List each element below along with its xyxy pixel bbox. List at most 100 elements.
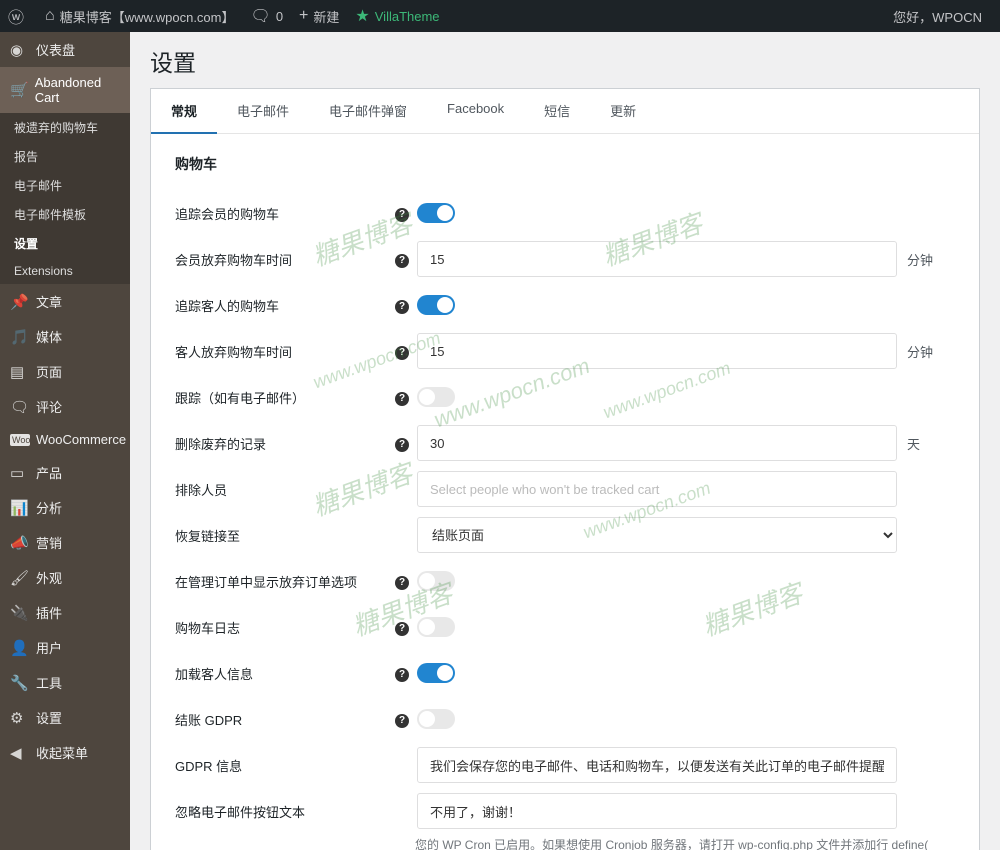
toggle-tracking-email[interactable] xyxy=(417,387,455,407)
admin-sidebar: ◉仪表盘 🛒Abandoned Cart 被遗弃的购物车 报告 电子邮件 电子邮… xyxy=(0,32,130,850)
media-icon: 🎵 xyxy=(10,328,30,346)
woo-icon: Woo xyxy=(10,434,30,446)
label-cart-log: 购物车日志 xyxy=(175,618,395,637)
wp-logo[interactable]: ⓦ xyxy=(0,0,37,32)
submenu-email-templates[interactable]: 电子邮件模板 xyxy=(0,200,130,229)
tab-update[interactable]: 更新 xyxy=(590,89,656,133)
help-icon[interactable]: ? xyxy=(395,254,409,268)
submenu-abandoned-cart: 被遗弃的购物车 报告 电子邮件 电子邮件模板 设置 Extensions xyxy=(0,113,130,284)
menu-posts[interactable]: 📌文章 xyxy=(0,284,130,319)
villatheme-link[interactable]: ★ VillaTheme xyxy=(347,0,447,32)
megaphone-icon: 📣 xyxy=(10,534,30,552)
admin-bar-left: ⓦ ⌂糖果博客【www.wpocn.com】 🗨0 +新建 ★ VillaThem… xyxy=(0,0,448,32)
toggle-cart-log[interactable] xyxy=(417,617,455,637)
plus-icon: + xyxy=(299,7,308,25)
help-icon[interactable]: ? xyxy=(395,438,409,452)
label-gdpr-info: GDPR 信息 xyxy=(175,756,395,775)
chart-icon: 📊 xyxy=(10,499,30,517)
star-icon: ★ xyxy=(355,6,369,26)
product-icon: ▭ xyxy=(10,464,30,482)
menu-media[interactable]: 🎵媒体 xyxy=(0,319,130,354)
menu-settings[interactable]: ⚙设置 xyxy=(0,700,130,735)
site-title: 糖果博客【www.wpocn.com】 xyxy=(60,7,235,26)
comments-icon: 🗨 xyxy=(10,398,30,416)
gear-icon: ⚙ xyxy=(10,709,30,727)
unit-minutes: 分钟 xyxy=(907,250,933,269)
menu-pages[interactable]: ▤页面 xyxy=(0,354,130,389)
select-recovery-link[interactable]: 结账页面 xyxy=(417,517,897,553)
submenu-reports[interactable]: 报告 xyxy=(0,142,130,171)
row-show-abandon-option: 在管理订单中显示放弃订单选项 ? xyxy=(175,560,955,602)
input-guest-abandon-time[interactable] xyxy=(417,333,897,369)
toggle-load-guest-info[interactable] xyxy=(417,663,455,683)
menu-abandoned-cart[interactable]: 🛒Abandoned Cart xyxy=(0,67,130,113)
submenu-settings[interactable]: 设置 xyxy=(0,229,130,258)
wordpress-icon: ⓦ xyxy=(8,4,24,28)
menu-users[interactable]: 👤用户 xyxy=(0,630,130,665)
menu-collapse[interactable]: ◀收起菜单 xyxy=(0,735,130,770)
new-content-link[interactable]: +新建 xyxy=(291,0,347,32)
comments-link[interactable]: 🗨0 xyxy=(243,0,292,32)
help-icon[interactable]: ? xyxy=(395,346,409,360)
help-icon[interactable]: ? xyxy=(395,392,409,406)
comment-icon: 🗨 xyxy=(251,6,271,26)
tab-email[interactable]: 电子邮件 xyxy=(217,89,309,133)
page-icon: ▤ xyxy=(10,363,30,381)
section-title-cart: 购物车 xyxy=(175,154,955,174)
menu-appearance[interactable]: 🖌外观 xyxy=(0,560,130,595)
tab-general[interactable]: 常规 xyxy=(151,89,217,134)
help-icon[interactable]: ? xyxy=(395,208,409,222)
help-icon[interactable]: ? xyxy=(395,668,409,682)
label-exclude: 排除人员 xyxy=(175,480,395,499)
menu-comments[interactable]: 🗨评论 xyxy=(0,389,130,424)
unit-minutes: 分钟 xyxy=(907,342,933,361)
villa-label: VillaTheme xyxy=(375,9,440,24)
menu-dashboard[interactable]: ◉仪表盘 xyxy=(0,32,130,67)
menu-woocommerce[interactable]: WooWooCommerce xyxy=(0,424,130,455)
label-member-abandon-time: 会员放弃购物车时间 xyxy=(175,250,395,269)
menu-tools[interactable]: 🔧工具 xyxy=(0,665,130,700)
row-tracking-email: 跟踪（如有电子邮件） ? xyxy=(175,376,955,418)
submenu-abandoned-carts[interactable]: 被遗弃的购物车 xyxy=(0,113,130,142)
help-icon[interactable]: ? xyxy=(395,300,409,314)
tab-email-popup[interactable]: 电子邮件弹窗 xyxy=(309,89,427,133)
toggle-show-abandon-option[interactable] xyxy=(417,571,455,591)
tab-facebook[interactable]: Facebook xyxy=(427,89,524,133)
toggle-checkout-gdpr[interactable] xyxy=(417,709,455,729)
input-ignore-email-btn[interactable] xyxy=(417,793,897,829)
input-member-abandon-time[interactable] xyxy=(417,241,897,277)
collapse-icon: ◀ xyxy=(10,744,30,762)
row-checkout-gdpr: 结账 GDPR ? xyxy=(175,698,955,740)
input-gdpr-info[interactable] xyxy=(417,747,897,783)
submenu-extensions[interactable]: Extensions xyxy=(0,258,130,284)
brush-icon: 🖌 xyxy=(10,569,30,587)
label-track-member: 追踪会员的购物车 xyxy=(175,204,395,223)
input-exclude[interactable] xyxy=(417,471,897,507)
input-delete-records[interactable] xyxy=(417,425,897,461)
toggle-track-member[interactable] xyxy=(417,203,455,223)
submenu-email[interactable]: 电子邮件 xyxy=(0,171,130,200)
menu-analytics[interactable]: 📊分析 xyxy=(0,490,130,525)
admin-bar: ⓦ ⌂糖果博客【www.wpocn.com】 🗨0 +新建 ★ VillaThem… xyxy=(0,0,1000,32)
label-load-guest-info: 加载客人信息 xyxy=(175,664,395,683)
dashboard-icon: ◉ xyxy=(10,41,30,59)
tab-body-general: 购物车 追踪会员的购物车 ? 会员放弃购物车时间 ? 分钟 追踪客人的购物车 ?… xyxy=(151,134,979,850)
content-area: 设置 常规 电子邮件 电子邮件弹窗 Facebook 短信 更新 购物车 追踪会… xyxy=(130,32,1000,850)
menu-marketing[interactable]: 📣营销 xyxy=(0,525,130,560)
menu-plugins[interactable]: 🔌插件 xyxy=(0,595,130,630)
help-icon[interactable]: ? xyxy=(395,576,409,590)
cart-icon: 🛒 xyxy=(10,81,29,99)
help-icon[interactable]: ? xyxy=(395,622,409,636)
greeting-text: 您好，WPOCN xyxy=(893,7,982,26)
row-track-member: 追踪会员的购物车 ? xyxy=(175,192,955,234)
greeting-link[interactable]: 您好，WPOCN xyxy=(885,0,990,32)
row-delete-records: 删除废弃的记录 ? 天 xyxy=(175,422,955,464)
menu-products[interactable]: ▭产品 xyxy=(0,455,130,490)
row-cart-log: 购物车日志 ? xyxy=(175,606,955,648)
label-ignore-email-btn: 忽略电子邮件按钮文本 xyxy=(175,802,395,821)
site-name-link[interactable]: ⌂糖果博客【www.wpocn.com】 xyxy=(37,0,242,32)
help-icon[interactable]: ? xyxy=(395,714,409,728)
tab-sms[interactable]: 短信 xyxy=(524,89,590,133)
toggle-track-guest[interactable] xyxy=(417,295,455,315)
user-icon: 👤 xyxy=(10,639,30,657)
